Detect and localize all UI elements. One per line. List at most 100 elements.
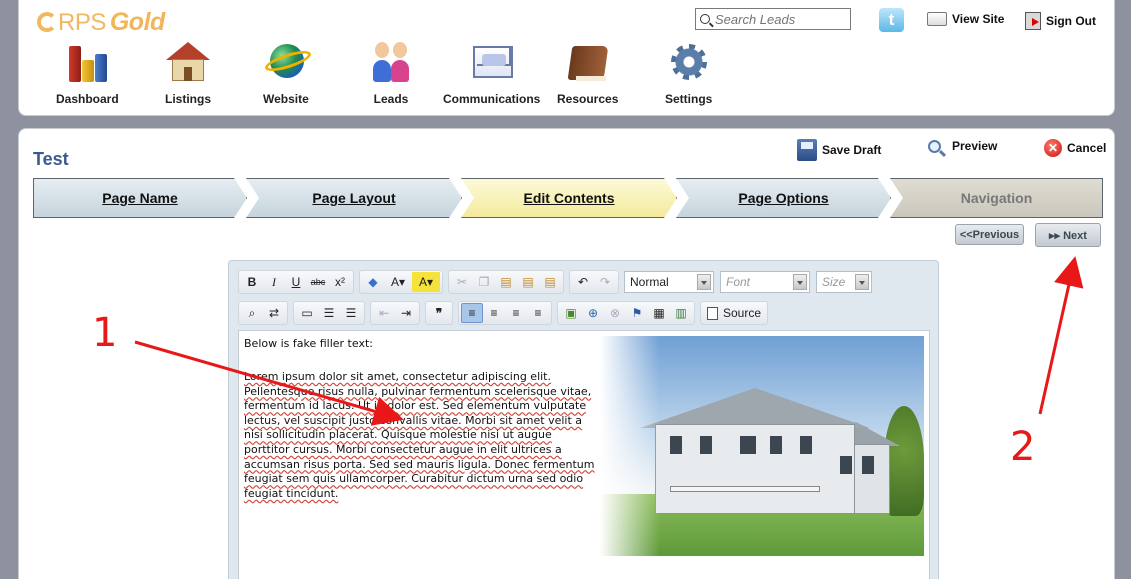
paste-icon[interactable]: ▤: [495, 272, 517, 292]
twitter-icon[interactable]: t: [879, 8, 904, 32]
annotation-number-1: 1: [92, 310, 118, 356]
monitor-icon: [927, 12, 947, 26]
search-icon: [700, 14, 710, 24]
replace-icon[interactable]: ⇄: [263, 303, 285, 323]
next-button[interactable]: ▸▸ Next: [1035, 223, 1101, 247]
sign-out-icon: [1025, 12, 1041, 30]
close-icon: ✕: [1044, 139, 1062, 157]
link-icon[interactable]: ⊕: [582, 303, 604, 323]
sign-out-link[interactable]: Sign Out: [1025, 12, 1096, 30]
document-icon: [707, 306, 718, 320]
cancel-button[interactable]: ✕ Cancel: [1044, 139, 1106, 157]
nav-website[interactable]: Website: [262, 40, 313, 106]
italic-button[interactable]: I: [263, 272, 285, 292]
nav-dashboard[interactable]: Dashboard: [56, 40, 119, 106]
filler-paragraph: Lorem ipsum dolor sit amet, consectetur …: [244, 370, 595, 500]
list-group: ▭ ☰ ☰: [293, 301, 365, 325]
house-photo[interactable]: [600, 336, 924, 556]
editor-content-area[interactable]: Below is fake filler text: Lorem ipsum d…: [238, 330, 930, 579]
image-icon[interactable]: ▣: [560, 303, 582, 323]
align-center-icon[interactable]: ≡: [483, 303, 505, 323]
redo-icon[interactable]: ↷: [594, 272, 616, 292]
insert-group: ▣ ⊕ ⊗ ⚑ ▦ ▥: [557, 301, 695, 325]
chevron-down-icon: [697, 274, 711, 290]
toolbar-row-2: ⌕ ⇄ ▭ ☰ ☰ ⇤ ⇥ ❞ ≡ ≡ ≡ ≡ ▣ ⊕ ⊗ ⚑ ▦ ▥ Sour…: [238, 301, 769, 325]
format-select[interactable]: Normal: [624, 271, 714, 293]
basic-styles-group: B I U abc x²: [238, 270, 354, 294]
quote-group: ❞: [425, 301, 453, 325]
book-icon: [566, 40, 610, 84]
search-leads-input[interactable]: [715, 11, 843, 27]
indent-icon[interactable]: ⇥: [395, 303, 417, 323]
align-right-icon[interactable]: ≡: [505, 303, 527, 323]
dashboard-icon: [65, 40, 109, 84]
people-icon: [369, 40, 413, 84]
text-color-button[interactable]: A▾: [384, 272, 412, 292]
nav-listings[interactable]: Listings: [165, 40, 211, 106]
previous-button[interactable]: <<Previous: [955, 224, 1024, 245]
undo-group: ↶ ↷: [569, 270, 619, 294]
chevron-down-icon: [855, 274, 869, 290]
save-icon: [797, 139, 817, 161]
underline-button[interactable]: U: [285, 272, 307, 292]
background-color-button[interactable]: A▾: [412, 272, 440, 292]
gear-icon: [667, 40, 711, 84]
envelope-icon: [470, 40, 514, 84]
step-edit-contents[interactable]: Edit Contents: [461, 178, 677, 218]
logo-ring-icon: [37, 12, 57, 32]
blockquote-icon[interactable]: ❞: [428, 303, 450, 323]
search-leads-box[interactable]: [695, 8, 851, 30]
size-select[interactable]: Size: [816, 271, 872, 293]
step-navigation: Navigation: [890, 178, 1103, 218]
step-page-options[interactable]: Page Options: [676, 178, 891, 218]
unlink-icon[interactable]: ⊗: [604, 303, 626, 323]
step-page-name[interactable]: Page Name: [33, 178, 247, 218]
align-left-icon[interactable]: ≡: [461, 303, 483, 323]
wizard-steps: Page Name Page Layout Edit Contents Page…: [33, 178, 1103, 218]
preview-button[interactable]: Preview: [928, 139, 997, 153]
superscript-button[interactable]: x²: [329, 272, 351, 292]
cut-icon[interactable]: ✂: [451, 272, 473, 292]
font-select[interactable]: Font: [720, 271, 810, 293]
paste-text-icon[interactable]: ▤: [517, 272, 539, 292]
eraser-icon[interactable]: ◆: [362, 272, 384, 292]
indent-group: ⇤ ⇥: [370, 301, 420, 325]
bulleted-list-icon[interactable]: ☰: [340, 303, 362, 323]
copy-icon[interactable]: ❐: [473, 272, 495, 292]
undo-icon[interactable]: ↶: [572, 272, 594, 292]
view-site-link[interactable]: View Site: [927, 12, 1004, 26]
bold-button[interactable]: B: [241, 272, 263, 292]
globe-icon: [262, 40, 313, 84]
outdent-icon[interactable]: ⇤: [373, 303, 395, 323]
save-draft-button[interactable]: Save Draft: [797, 139, 881, 161]
table-icon[interactable]: ▦: [648, 303, 670, 323]
page-title: Test: [33, 149, 69, 169]
nav-leads[interactable]: Leads: [369, 40, 413, 106]
rich-text-editor: B I U abc x² ◆ A▾ A▾ ✂ ❐ ▤ ▤ ▤ ↶ ↷ Norma…: [228, 260, 939, 579]
strikethrough-button[interactable]: abc: [307, 272, 329, 292]
chevron-down-icon: [793, 274, 807, 290]
align-justify-icon[interactable]: ≡: [527, 303, 549, 323]
toolbar-row-1: B I U abc x² ◆ A▾ A▾ ✂ ❐ ▤ ▤ ▤ ↶ ↷ Norma…: [238, 270, 878, 294]
app-header: RPSGold t View Site Sign Out Dashboard L…: [18, 0, 1115, 116]
horizontal-rule-icon[interactable]: ▭: [296, 303, 318, 323]
intro-text: Below is fake filler text:: [244, 337, 373, 350]
house-icon: [166, 40, 210, 84]
paste-word-icon[interactable]: ▤: [539, 272, 561, 292]
find-group: ⌕ ⇄: [238, 301, 288, 325]
color-group: ◆ A▾ A▾: [359, 270, 443, 294]
annotation-number-2: 2: [1010, 424, 1036, 470]
nav-resources[interactable]: Resources: [557, 40, 618, 106]
page-editor-panel: Test Save Draft Preview ✕ Cancel Page Na…: [18, 128, 1115, 579]
anchor-flag-icon[interactable]: ⚑: [626, 303, 648, 323]
step-page-layout[interactable]: Page Layout: [246, 178, 462, 218]
rps-gold-logo[interactable]: RPS Gold: [37, 8, 165, 37]
media-icon[interactable]: ▥: [670, 303, 692, 323]
nav-settings[interactable]: Settings: [665, 40, 712, 106]
numbered-list-icon[interactable]: ☰: [318, 303, 340, 323]
find-icon[interactable]: ⌕: [241, 303, 263, 323]
magnifier-icon: [928, 139, 941, 153]
nav-communications[interactable]: Communications: [443, 40, 540, 106]
clipboard-group: ✂ ❐ ▤ ▤ ▤: [448, 270, 564, 294]
source-button[interactable]: Source: [700, 301, 769, 325]
